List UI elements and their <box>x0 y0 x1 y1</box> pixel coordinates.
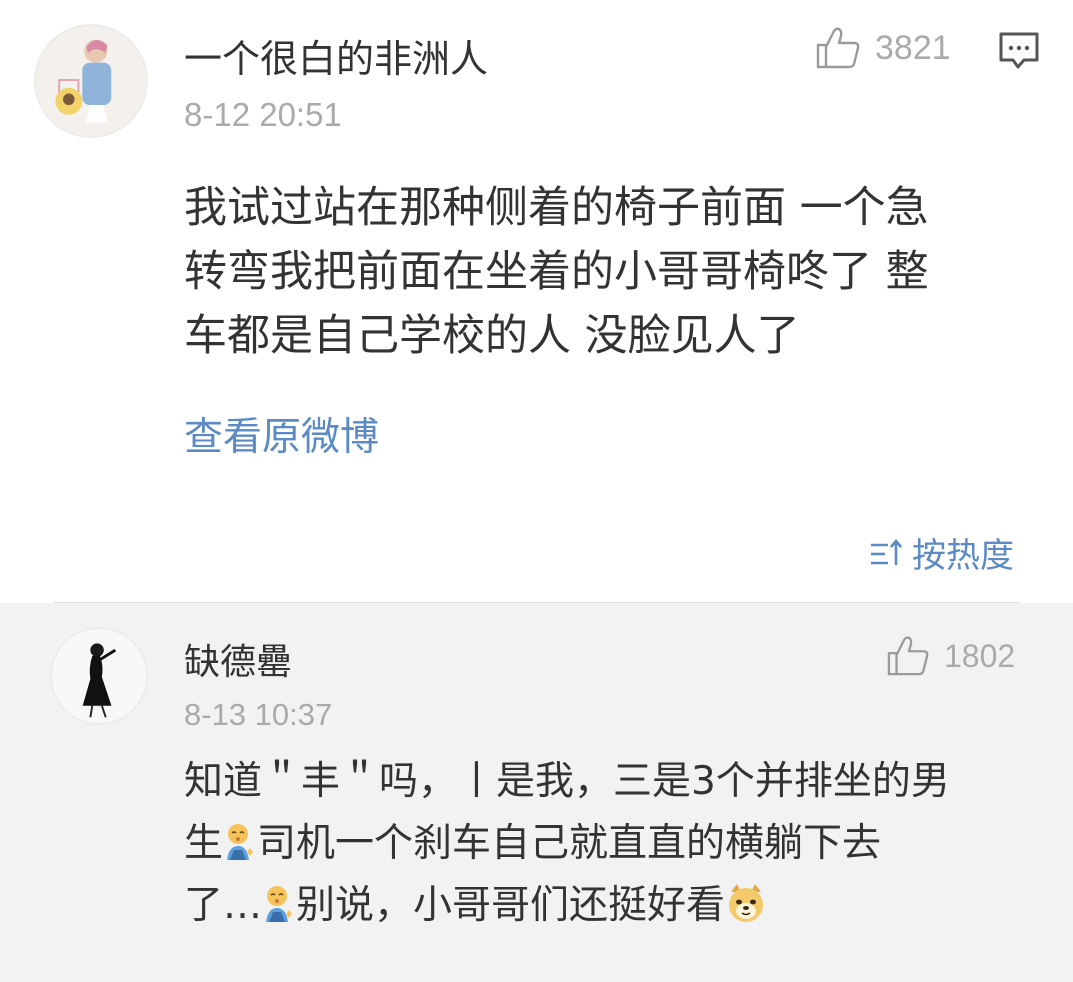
sort-toggle[interactable]: 按热度 <box>868 528 1014 577</box>
comment-segment: 知道＂丰＂吗，丨是我，三是3个并排坐的男 <box>184 759 950 804</box>
sleepy-person-emoji <box>266 886 293 922</box>
sub-comment: 缺德罍 8-13 10:37 1802 知道＂丰＂吗，丨是我，三是3个并排坐的男… <box>0 603 1073 982</box>
sort-icon <box>871 538 902 565</box>
comment-segment: 别说，小哥哥们还挺好看 <box>296 883 726 928</box>
view-original-link[interactable]: 查看原微博 <box>184 406 379 462</box>
like-count: 1802 <box>944 637 1016 674</box>
comment-line: 了… 别说，小哥哥们还挺好看 <box>184 875 950 937</box>
comment-line: 转弯我把前面在坐着的小哥哥椅咚了 整 <box>184 247 929 297</box>
comment-text: 我试过站在那种侧着的椅子前面 一个急 转弯我把前面在坐着的小哥哥椅咚了 整 车都… <box>184 176 929 368</box>
comment-line: 生 司机一个刹车自己就直直的横躺下去 <box>184 813 950 875</box>
avatar[interactable] <box>34 24 148 138</box>
thumbs-up-icon <box>887 636 929 676</box>
comment-segment: 司机一个刹车自己就直直的横躺下去 <box>257 821 882 866</box>
comment-icon <box>999 32 1039 69</box>
comment-segment: 了… <box>184 883 263 928</box>
timestamp: 8-12 20:51 <box>184 96 342 133</box>
comment-line: 车都是自己学校的人 没脸见人了 <box>184 311 800 361</box>
like-button[interactable]: 3821 <box>815 26 951 70</box>
avatar[interactable] <box>50 627 148 725</box>
user-avatar-image <box>36 26 146 136</box>
user-avatar-image <box>52 629 146 723</box>
username[interactable]: 缺德罍 <box>184 633 292 685</box>
thumbs-up-icon <box>816 27 860 69</box>
timestamp: 8-13 10:37 <box>184 697 333 732</box>
comment-line: 知道＂丰＂吗，丨是我，三是3个并排坐的男 <box>184 751 950 813</box>
sleepy-person-emoji <box>227 824 254 860</box>
like-button[interactable]: 1802 <box>886 635 1015 677</box>
sort-label: 按热度 <box>912 536 1014 576</box>
main-comment: 一个很白的非洲人 8-12 20:51 3821 我试过站在那种侧着的椅子前面 … <box>0 0 1073 602</box>
comment-segment: 生 <box>184 821 224 866</box>
reply-button[interactable] <box>998 30 1040 76</box>
doge-emoji <box>729 884 764 922</box>
like-count: 3821 <box>875 28 951 67</box>
comment-text: 知道＂丰＂吗，丨是我，三是3个并排坐的男 生 司机一个刹车自己就直直的横躺下去 … <box>184 751 950 937</box>
comment-line: 我试过站在那种侧着的椅子前面 一个急 <box>184 183 929 233</box>
username[interactable]: 一个很白的非洲人 <box>184 28 488 83</box>
